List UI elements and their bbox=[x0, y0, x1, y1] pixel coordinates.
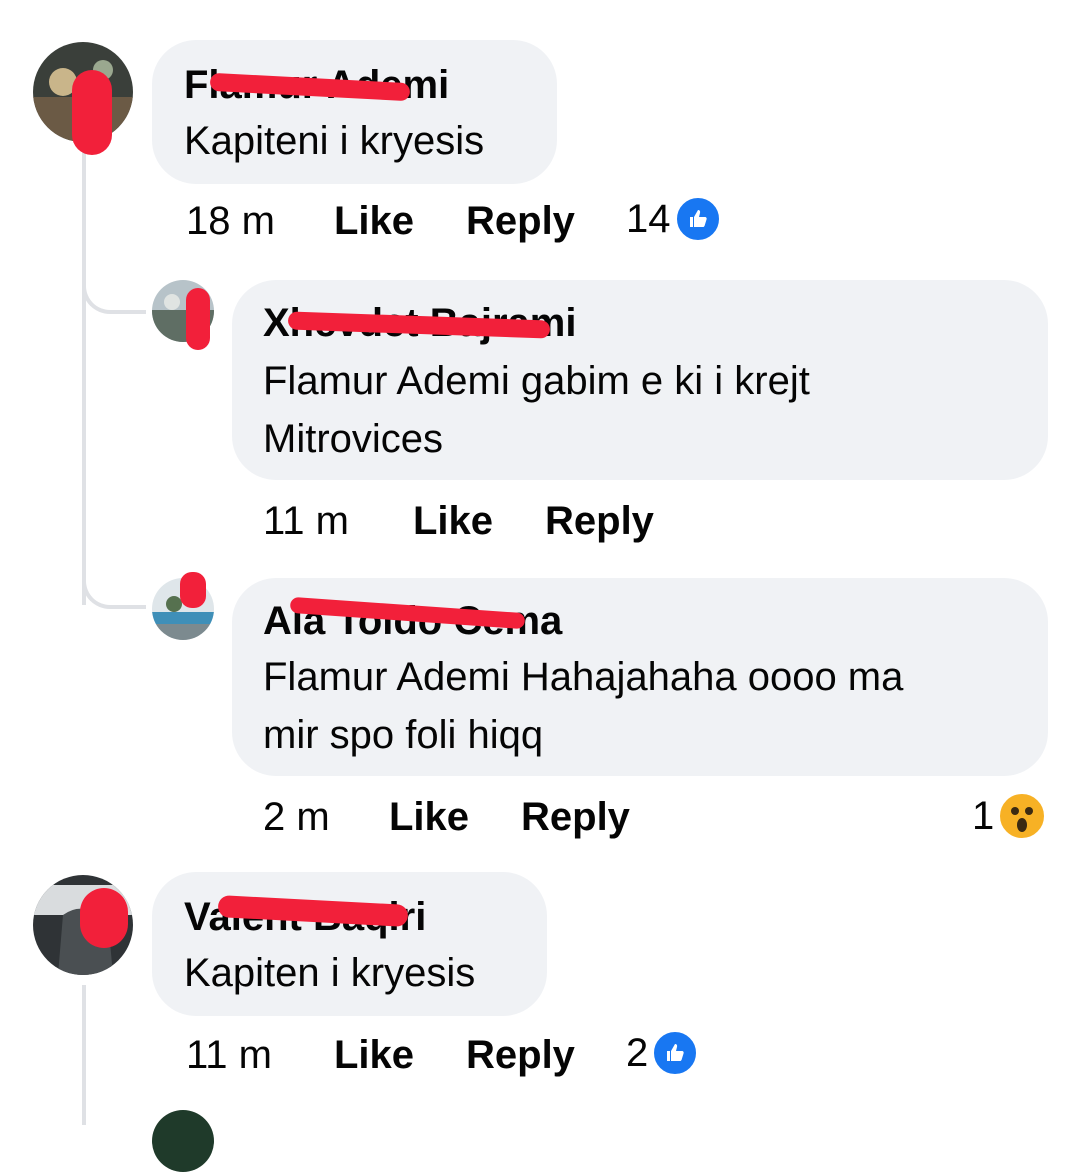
reaction-count: 1 bbox=[972, 794, 995, 838]
like-button[interactable]: Like bbox=[389, 794, 469, 840]
reply-button[interactable]: Reply bbox=[545, 498, 654, 544]
comment-text: Kapiten i kryesis bbox=[184, 951, 476, 995]
redaction-mark bbox=[72, 70, 112, 155]
reaction-count: 14 bbox=[626, 197, 671, 241]
like-button[interactable]: Like bbox=[334, 1032, 414, 1078]
comment-time[interactable]: 18 m bbox=[186, 198, 275, 244]
like-icon bbox=[674, 196, 721, 242]
comment-meta: 11 m bbox=[186, 1032, 272, 1078]
comment-meta: 11 m bbox=[263, 498, 349, 544]
comment-time[interactable]: 11 m bbox=[186, 1032, 272, 1078]
reply-button[interactable]: Reply bbox=[466, 198, 575, 244]
reply-button[interactable]: Reply bbox=[466, 1032, 575, 1078]
like-label: Like bbox=[334, 1033, 415, 1077]
thread-connector bbox=[82, 545, 146, 609]
redaction-mark bbox=[180, 572, 206, 608]
reaction-summary[interactable]: 2 bbox=[626, 1030, 699, 1076]
thread-connector bbox=[82, 250, 146, 314]
like-label: Like bbox=[413, 499, 494, 543]
like-button[interactable]: Like bbox=[334, 198, 414, 244]
reply-label: Reply bbox=[466, 199, 575, 243]
thread-line bbox=[82, 985, 86, 1125]
reply-button[interactable]: Reply bbox=[521, 794, 630, 840]
like-icon bbox=[652, 1030, 699, 1076]
reaction-count: 2 bbox=[626, 1031, 649, 1075]
reaction-summary[interactable]: 1 bbox=[972, 792, 1047, 840]
reply-label: Reply bbox=[521, 795, 630, 839]
avatar[interactable] bbox=[152, 1110, 214, 1172]
comment-meta: 2 m bbox=[263, 794, 330, 840]
redaction-mark bbox=[186, 288, 210, 350]
comment-meta: 18 m bbox=[186, 198, 275, 244]
redaction-mark bbox=[80, 888, 128, 948]
cropped-top-text bbox=[470, 0, 481, 15]
comment-time[interactable]: 2 m bbox=[263, 794, 330, 840]
comment-text: Flamur Ademi Hahajahaha oooo ma mir spo … bbox=[263, 655, 904, 757]
reply-label: Reply bbox=[466, 1033, 575, 1077]
like-label: Like bbox=[389, 795, 470, 839]
comment-text: Flamur Ademi gabim e ki i krejt Mitrovic… bbox=[263, 359, 810, 461]
like-label: Like bbox=[334, 199, 415, 243]
wow-icon bbox=[998, 792, 1047, 840]
reaction-summary[interactable]: 14 bbox=[626, 196, 721, 242]
comment-text: Kapiteni i kryesis bbox=[184, 119, 485, 163]
like-button[interactable]: Like bbox=[413, 498, 493, 544]
thread-line bbox=[82, 150, 86, 605]
comment-time[interactable]: 11 m bbox=[263, 498, 349, 544]
reply-label: Reply bbox=[545, 499, 654, 543]
